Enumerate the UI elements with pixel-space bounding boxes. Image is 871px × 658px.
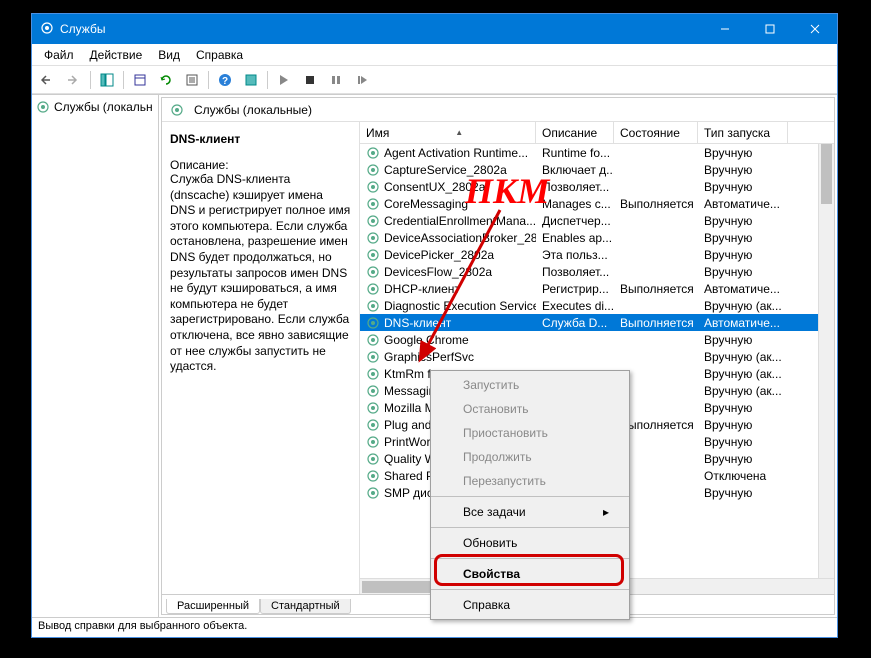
menu-file[interactable]: Файл <box>36 45 82 65</box>
gear-icon <box>366 350 380 364</box>
gear-icon <box>170 103 184 117</box>
ctx-stop[interactable]: Остановить <box>431 397 629 421</box>
gear-icon <box>40 21 54 38</box>
table-row[interactable]: CredentialEnrollmentMana...Диспетчер...В… <box>360 212 834 229</box>
gear-icon <box>366 367 380 381</box>
tree-pane: Службы (локальн <box>32 95 159 617</box>
right-pane-title-bar: Службы (локальные) <box>162 98 834 122</box>
gear-icon <box>366 401 380 415</box>
description-label: Описание: <box>170 158 351 172</box>
vertical-scrollbar[interactable] <box>818 144 834 578</box>
help2-button[interactable] <box>239 69 263 91</box>
gear-icon <box>36 100 50 114</box>
ctx-resume[interactable]: Продолжить <box>431 445 629 469</box>
gear-icon <box>366 180 380 194</box>
gear-icon <box>366 197 380 211</box>
table-row[interactable]: Diagnostic Execution ServiceExecutes di.… <box>360 297 834 314</box>
restart-button[interactable] <box>350 69 374 91</box>
ctx-refresh[interactable]: Обновить <box>431 531 629 555</box>
column-start-type[interactable]: Тип запуска <box>698 122 788 143</box>
stop-button[interactable] <box>298 69 322 91</box>
table-row[interactable]: DNS-клиентСлужба D...ВыполняетсяАвтомати… <box>360 314 834 331</box>
selected-service-name: DNS-клиент <box>170 132 351 146</box>
table-row[interactable]: DevicesFlow_2802aПозволяет...Вручную <box>360 263 834 280</box>
column-state[interactable]: Состояние <box>614 122 698 143</box>
table-row[interactable]: DeviceAssociationBroker_28...Enables ap.… <box>360 229 834 246</box>
chevron-right-icon: ▸ <box>603 505 609 519</box>
gear-icon <box>366 418 380 432</box>
description-pane: DNS-клиент Описание: Служба DNS-клиента … <box>162 122 360 594</box>
gear-icon <box>366 248 380 262</box>
maximize-button[interactable] <box>747 14 792 44</box>
ctx-restart[interactable]: Перезапустить <box>431 469 629 493</box>
svg-text:?: ? <box>222 76 228 87</box>
right-pane-title: Службы (локальные) <box>194 103 312 117</box>
table-row[interactable]: Google ChromeВручную <box>360 331 834 348</box>
export-button[interactable] <box>128 69 152 91</box>
gear-icon <box>366 333 380 347</box>
gear-icon <box>366 265 380 279</box>
properties-button[interactable] <box>180 69 204 91</box>
gear-icon <box>366 316 380 330</box>
ctx-help[interactable]: Справка <box>431 593 629 617</box>
gear-icon <box>366 452 380 466</box>
refresh-button[interactable] <box>154 69 178 91</box>
gear-icon <box>366 435 380 449</box>
gear-icon <box>366 282 380 296</box>
gear-icon <box>366 214 380 228</box>
toolbar: ? <box>32 66 837 94</box>
ctx-properties[interactable]: Свойства <box>431 562 629 586</box>
context-menu: Запустить Остановить Приостановить Продо… <box>430 370 630 620</box>
menu-help[interactable]: Справка <box>188 45 251 65</box>
table-row[interactable]: Agent Activation Runtime...Runtime fo...… <box>360 144 834 161</box>
ctx-start[interactable]: Запустить <box>431 373 629 397</box>
play-button[interactable] <box>272 69 296 91</box>
table-row[interactable]: CaptureService_2802aВключает д...Вручную <box>360 161 834 178</box>
status-bar: Вывод справки для выбранного объекта. <box>32 617 837 637</box>
list-header: Имя▲ Описание Состояние Тип запуска <box>360 122 834 144</box>
gear-icon <box>366 146 380 160</box>
tree-node-services[interactable]: Службы (локальн <box>32 98 158 116</box>
tab-extended[interactable]: Расширенный <box>166 599 260 614</box>
gear-icon <box>366 299 380 313</box>
column-name[interactable]: Имя▲ <box>360 122 536 143</box>
gear-icon <box>366 163 380 177</box>
table-row[interactable]: ConsentUX_2802aПозволяет...Вручную <box>360 178 834 195</box>
gear-icon <box>366 469 380 483</box>
title-bar[interactable]: Службы <box>32 14 837 44</box>
gear-icon <box>366 231 380 245</box>
gear-icon <box>366 384 380 398</box>
table-row[interactable]: CoreMessagingManages c...ВыполняетсяАвто… <box>360 195 834 212</box>
table-row[interactable]: GraphicsPerfSvcВручную (ак... <box>360 348 834 365</box>
tree-node-label: Службы (локальн <box>54 100 153 114</box>
help-button[interactable]: ? <box>213 69 237 91</box>
window-title: Службы <box>60 22 702 36</box>
ctx-pause[interactable]: Приостановить <box>431 421 629 445</box>
menu-action[interactable]: Действие <box>82 45 151 65</box>
forward-button[interactable] <box>62 69 86 91</box>
pause-button[interactable] <box>324 69 348 91</box>
tab-standard[interactable]: Стандартный <box>260 599 351 614</box>
ctx-all-tasks[interactable]: Все задачи▸ <box>431 500 629 524</box>
table-row[interactable]: DevicePicker_2802aЭта польз...Вручную <box>360 246 834 263</box>
menu-view[interactable]: Вид <box>150 45 188 65</box>
gear-icon <box>366 486 380 500</box>
show-hide-tree-button[interactable] <box>95 69 119 91</box>
column-description[interactable]: Описание <box>536 122 614 143</box>
back-button[interactable] <box>36 69 60 91</box>
menu-bar: Файл Действие Вид Справка <box>32 44 837 66</box>
minimize-button[interactable] <box>702 14 747 44</box>
close-button[interactable] <box>792 14 837 44</box>
table-row[interactable]: DHCP-клиентРегистрир...ВыполняетсяАвтома… <box>360 280 834 297</box>
description-text: Служба DNS-клиента (dnscache) кэширует и… <box>170 172 351 375</box>
